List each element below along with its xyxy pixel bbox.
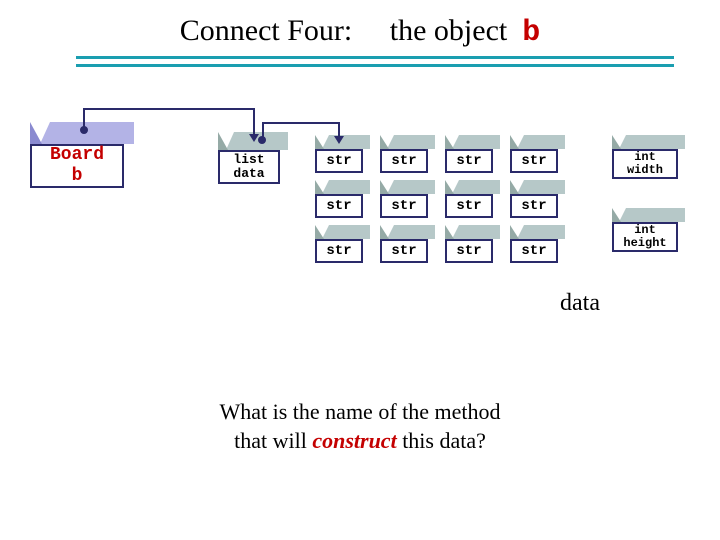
arrowhead-icon (334, 136, 344, 144)
question-line2-pre: that will (234, 428, 312, 453)
box-listdata-line1: list (233, 153, 264, 167)
box-board-line1: Board (50, 145, 104, 166)
box-listdata-line2: data (233, 167, 264, 181)
connector-line (253, 108, 255, 136)
connector-line (262, 122, 264, 138)
title-left: Connect Four: (180, 14, 353, 47)
question-line1: What is the name of the method (219, 399, 500, 424)
page-title: Connect Four: the object b (0, 14, 720, 50)
box-board-line2: b (72, 166, 83, 187)
question-text: What is the name of the method that will… (0, 398, 720, 455)
title-rule-bottom (76, 64, 674, 67)
box-width-line2: width (627, 164, 663, 177)
title-b: b (522, 16, 540, 50)
question-construct: construct (312, 428, 396, 453)
connector-line (83, 108, 255, 110)
title-mid: the object (390, 14, 507, 47)
question-line2-post: this data? (397, 428, 486, 453)
data-caption: data (560, 290, 600, 317)
connector-line (83, 108, 85, 128)
title-rule-top (76, 56, 674, 59)
connector-line (262, 122, 340, 124)
box-height-line2: height (623, 237, 666, 250)
